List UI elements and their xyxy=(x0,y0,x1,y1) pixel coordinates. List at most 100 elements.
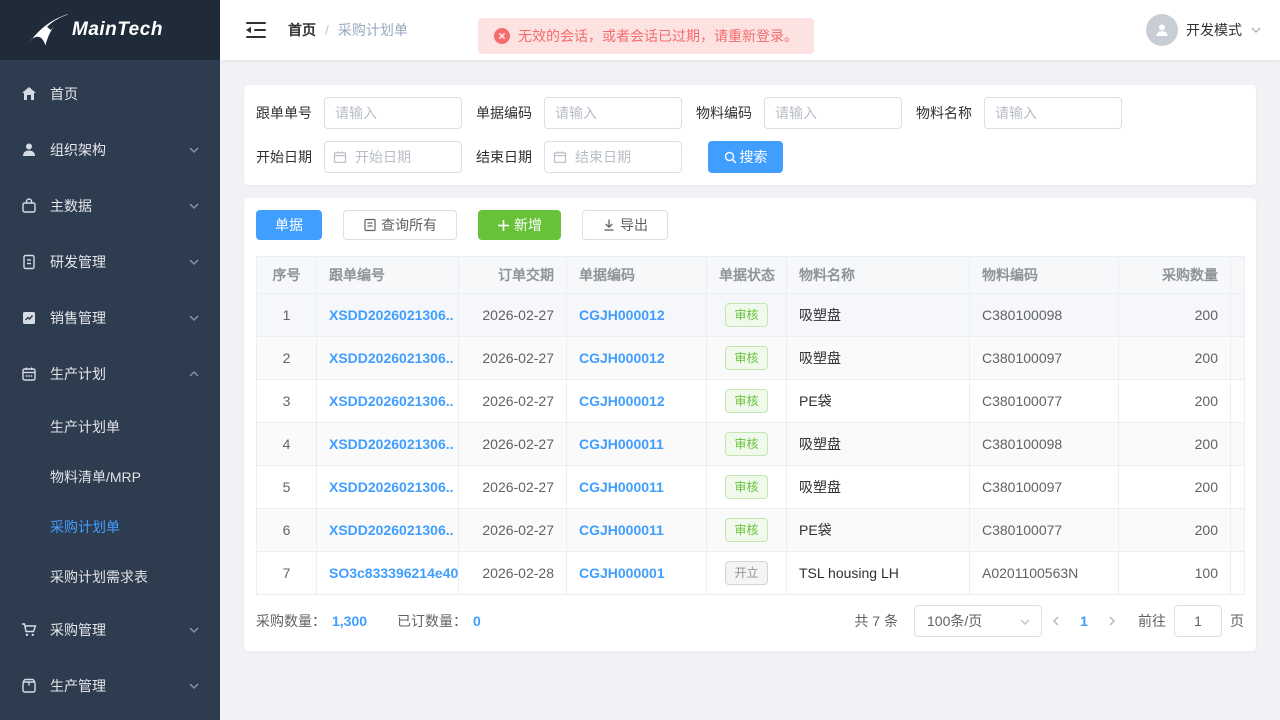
search-panel: 跟单单号 单据编码 物料编码 物料名称 xyxy=(244,85,1256,185)
brand-name: MainTech xyxy=(72,19,163,41)
table-row[interactable]: 5 XSDD2026021306.. 2026-02-27 CGJH000011… xyxy=(257,466,1245,509)
table-row[interactable]: 6 XSDD2026021306.. 2026-02-27 CGJH000011… xyxy=(257,509,1245,552)
cart-icon xyxy=(20,621,38,639)
col-header-status: 单据状态 xyxy=(707,257,787,294)
sidebar-menu: 首页 组织架构 主数据 研发管理 销售管理 xyxy=(0,60,220,714)
doc-link[interactable]: CGJH000011 xyxy=(579,522,664,538)
order-link[interactable]: XSDD2026021306.. xyxy=(329,436,454,452)
order-link[interactable]: XSDD2026021306.. xyxy=(329,522,454,538)
cell-qty: 200 xyxy=(1119,294,1231,337)
sidebar-item-production-plan[interactable]: 生产计划 xyxy=(0,346,220,402)
cell-doc: CGJH000011 xyxy=(567,466,707,509)
sidebar-item-master-data[interactable]: 主数据 xyxy=(0,178,220,234)
cell-doc: CGJH000012 xyxy=(567,380,707,423)
doc-link[interactable]: CGJH000011 xyxy=(579,479,664,495)
chevron-down-icon xyxy=(1019,616,1031,628)
cell-qty: 100 xyxy=(1119,552,1231,595)
sidebar-item-organization[interactable]: 组织架构 xyxy=(0,122,220,178)
start-date-input[interactable] xyxy=(324,141,462,173)
document-button[interactable]: 单据 xyxy=(256,210,322,240)
chevron-down-icon xyxy=(188,256,200,268)
sidebar-item-home[interactable]: 首页 xyxy=(0,66,220,122)
table-row[interactable]: 3 XSDD2026021306.. 2026-02-27 CGJH000012… xyxy=(257,380,1245,423)
purchase-qty-value: 1,300 xyxy=(332,613,367,629)
export-button[interactable]: 导出 xyxy=(582,210,668,240)
chart-icon xyxy=(20,309,38,327)
user-menu[interactable]: 开发模式 xyxy=(1146,14,1262,46)
table-row[interactable]: 1 XSDD2026021306.. 2026-02-27 CGJH000012… xyxy=(257,294,1245,337)
next-page-icon[interactable] xyxy=(1098,605,1126,637)
sidebar-subitem-bom-mrp[interactable]: 物料清单/MRP xyxy=(0,452,220,502)
order-link[interactable]: XSDD2026021306.. xyxy=(329,479,454,495)
field-end-date: 结束日期 xyxy=(476,141,684,173)
sidebar-subitem-purchase-plan-order[interactable]: 采购计划单 xyxy=(0,502,220,552)
order-link[interactable]: XSDD2026021306.. xyxy=(329,350,454,366)
sidebar: MainTech 首页 组织架构 主数据 研发管理 xyxy=(0,0,220,720)
order-link[interactable]: SO3c833396214e40 xyxy=(329,565,458,581)
status-badge: 审核 xyxy=(725,518,767,542)
field-label: 物料编码 xyxy=(696,103,756,123)
sidebar-subitem-purchase-plan-demand[interactable]: 采购计划需求表 xyxy=(0,552,220,602)
cell-date: 2026-02-27 xyxy=(459,337,567,380)
cell-qty: 200 xyxy=(1119,337,1231,380)
sidebar-subitem-production-plan-order[interactable]: 生产计划单 xyxy=(0,402,220,452)
doc-link[interactable]: CGJH000012 xyxy=(579,350,665,366)
table-row[interactable]: 7 SO3c833396214e40 2026-02-28 CGJH000001… xyxy=(257,552,1245,595)
col-header-qty: 采购数量 xyxy=(1119,257,1231,294)
cell-no: 2 xyxy=(257,337,317,380)
goto-page-input[interactable] xyxy=(1174,605,1222,637)
sidebar-item-rnd[interactable]: 研发管理 xyxy=(0,234,220,290)
cell-status: 开立 xyxy=(707,552,787,595)
breadcrumb: 首页 / 采购计划单 xyxy=(288,20,408,40)
top-header: 首页 / 采购计划单 无效的会话，或者会话已过期，请重新登录。 开发模式 xyxy=(220,0,1280,60)
cell-no: 6 xyxy=(257,509,317,552)
cell-extra xyxy=(1231,423,1245,466)
total-count: 共 7 条 xyxy=(854,611,898,631)
search-button[interactable]: 搜索 xyxy=(708,141,783,173)
add-button[interactable]: 新增 xyxy=(478,210,561,240)
alert-message: 无效的会话，或者会话已过期，请重新登录。 xyxy=(518,26,798,46)
cell-doc: CGJH000011 xyxy=(567,509,707,552)
cell-extra xyxy=(1231,466,1245,509)
doc-link[interactable]: CGJH000012 xyxy=(579,307,665,323)
cell-code: C380100097 xyxy=(970,337,1119,380)
end-date-input[interactable] xyxy=(544,141,682,173)
col-header-no: 序号 xyxy=(257,257,317,294)
prev-page-icon[interactable] xyxy=(1042,605,1070,637)
document-icon xyxy=(20,253,38,271)
goto-label: 前往 xyxy=(1138,611,1166,631)
breadcrumb-home[interactable]: 首页 xyxy=(288,20,316,40)
cell-status: 审核 xyxy=(707,466,787,509)
material-code-input[interactable] xyxy=(764,97,902,129)
cell-code: C380100098 xyxy=(970,423,1119,466)
sidebar-item-sales[interactable]: 销售管理 xyxy=(0,290,220,346)
page-size-select[interactable]: 100条/页 xyxy=(914,605,1042,637)
col-header-material: 物料名称 xyxy=(787,257,970,294)
doc-link[interactable]: CGJH000012 xyxy=(579,393,665,409)
chevron-down-icon xyxy=(188,624,200,636)
current-page[interactable]: 1 xyxy=(1070,613,1098,629)
order-no-input[interactable] xyxy=(324,97,462,129)
order-link[interactable]: XSDD2026021306.. xyxy=(329,393,454,409)
table-row[interactable]: 2 XSDD2026021306.. 2026-02-27 CGJH000012… xyxy=(257,337,1245,380)
cell-date: 2026-02-27 xyxy=(459,466,567,509)
cell-extra xyxy=(1231,294,1245,337)
sidebar-fold-icon[interactable] xyxy=(246,21,266,39)
cell-order: XSDD2026021306.. xyxy=(317,294,459,337)
doc-link[interactable]: CGJH000001 xyxy=(579,565,665,581)
table-row[interactable]: 4 XSDD2026021306.. 2026-02-27 CGJH000011… xyxy=(257,423,1245,466)
avatar xyxy=(1146,14,1178,46)
sidebar-item-production-mgmt[interactable]: 生产管理 xyxy=(0,658,220,714)
sidebar-item-purchasing[interactable]: 采购管理 xyxy=(0,602,220,658)
brand-logo: MainTech xyxy=(0,0,220,60)
field-label: 结束日期 xyxy=(476,147,536,167)
search-row-2: 开始日期 结束日期 xyxy=(256,141,1244,173)
cell-doc: CGJH000011 xyxy=(567,423,707,466)
material-name-input[interactable] xyxy=(984,97,1122,129)
query-all-button[interactable]: 查询所有 xyxy=(343,210,457,240)
order-link[interactable]: XSDD2026021306.. xyxy=(329,307,454,323)
cell-material: 吸塑盘 xyxy=(787,423,970,466)
doc-link[interactable]: CGJH000011 xyxy=(579,436,664,452)
doc-code-input[interactable] xyxy=(544,97,682,129)
cell-doc: CGJH000012 xyxy=(567,337,707,380)
